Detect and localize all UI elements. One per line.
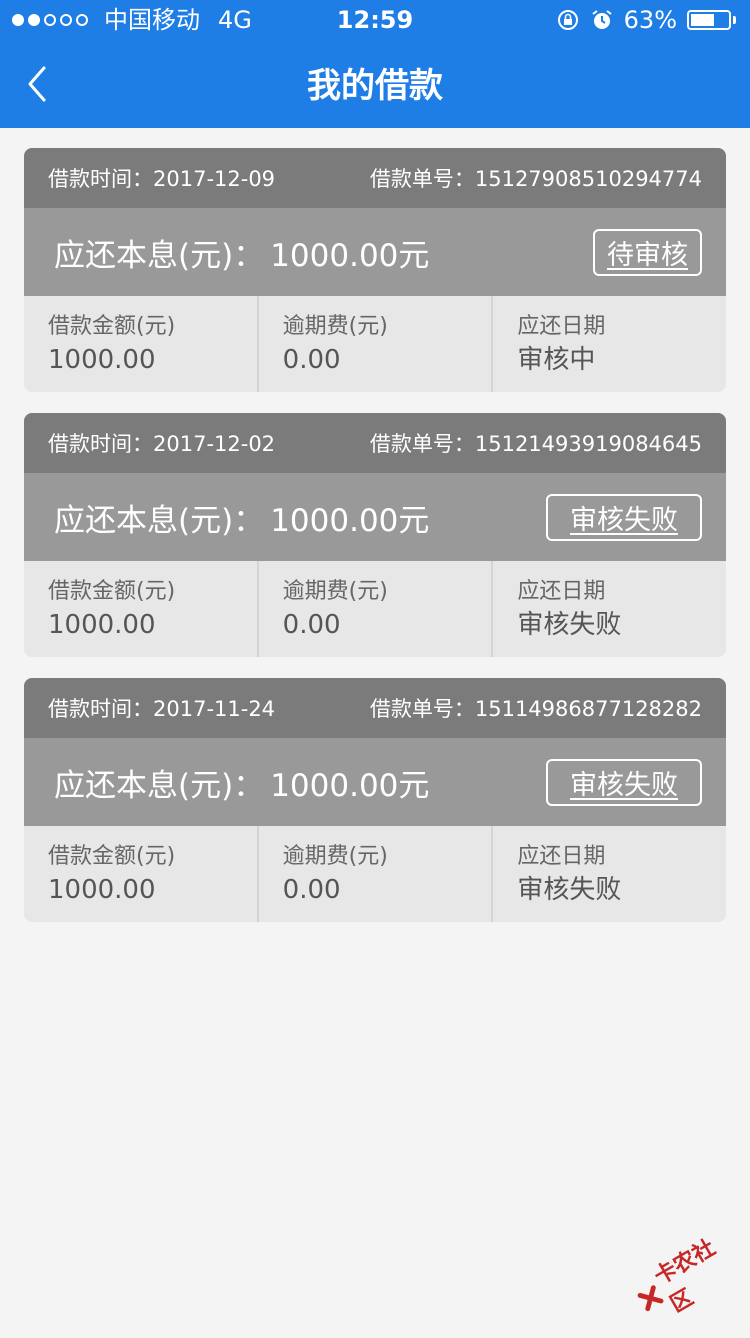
loan-time: 借款时间：2017-12-02 <box>48 428 275 458</box>
watermark-logo: 卡农社区 <box>621 1214 750 1338</box>
due-date-column: 应还日期 审核中 <box>493 296 726 392</box>
battery-tip <box>733 16 736 24</box>
due-date-value: 审核失败 <box>517 875 622 905</box>
loan-amount-column: 借款金额(元) 1000.00 <box>24 296 259 392</box>
order-number: 借款单号：15127908510294774 <box>370 163 702 193</box>
loan-amount-column: 借款金额(元) 1000.00 <box>24 826 259 922</box>
overdue-fee-column: 逾期费(元) 0.00 <box>259 826 494 922</box>
loan-amount-column: 借款金额(元) 1000.00 <box>24 561 259 657</box>
overdue-fee-value: 0.00 <box>282 875 341 905</box>
order-number-value: 15114986877128282 <box>474 697 702 721</box>
overdue-fee-label: 逾期费(元) <box>282 314 388 339</box>
due-date-column: 应还日期 审核失败 <box>493 561 726 657</box>
due-date-label: 应还日期 <box>517 579 606 604</box>
order-number-value: 15121493919084645 <box>474 432 702 456</box>
battery-body <box>687 10 731 30</box>
loan-card-details: 借款金额(元) 1000.00 逾期费(元) 0.00 应还日期 审核失败 <box>24 826 726 922</box>
battery-icon <box>687 10 736 30</box>
amount-due: 应还本息(元)： 1000.00元 <box>54 760 429 805</box>
amount-due: 应还本息(元)： 1000.00元 <box>54 495 429 540</box>
loan-card-header: 借款时间：2017-11-24 借款单号：15114986877128282 <box>24 678 726 738</box>
status-button[interactable]: 待审核 <box>593 228 702 276</box>
due-date-label: 应还日期 <box>517 844 606 869</box>
amount-due-label: 应还本息(元)： <box>54 237 265 274</box>
overdue-fee-label: 逾期费(元) <box>282 579 388 604</box>
order-number-value: 15127908510294774 <box>474 167 702 191</box>
loan-card[interactable]: 借款时间：2017-11-24 借款单号：15114986877128282 应… <box>24 678 726 922</box>
loan-card[interactable]: 借款时间：2017-12-09 借款单号：15127908510294774 应… <box>24 148 726 392</box>
order-number-label: 借款单号： <box>369 432 475 456</box>
amount-due-label: 应还本息(元)： <box>54 767 265 804</box>
loan-amount-label: 借款金额(元) <box>48 579 176 604</box>
overdue-fee-column: 逾期费(元) 0.00 <box>259 296 494 392</box>
overdue-fee-label: 逾期费(元) <box>282 844 388 869</box>
amount-due: 应还本息(元)： 1000.00元 <box>54 230 429 275</box>
page-title: 我的借款 <box>307 66 443 106</box>
loan-amount-value: 1000.00 <box>48 875 156 905</box>
battery-percent: 63% <box>623 6 677 34</box>
loan-list: 借款时间：2017-12-09 借款单号：15127908510294774 应… <box>24 148 726 943</box>
overdue-fee-column: 逾期费(元) 0.00 <box>259 561 494 657</box>
loan-card-main: 应还本息(元)： 1000.00元 待审核 <box>24 208 726 296</box>
loan-time: 借款时间：2017-11-24 <box>48 693 275 723</box>
loan-time-label: 借款时间： <box>48 432 153 456</box>
amount-due-value: 1000.00元 <box>270 767 430 804</box>
loan-time-label: 借款时间： <box>48 167 153 191</box>
loan-amount-label: 借款金额(元) <box>48 314 176 339</box>
loan-amount-value: 1000.00 <box>48 610 156 640</box>
status-button[interactable]: 审核失败 <box>546 758 702 806</box>
loan-amount-label: 借款金额(元) <box>48 844 176 869</box>
due-date-column: 应还日期 审核失败 <box>493 826 726 922</box>
loan-time-label: 借款时间： <box>48 697 153 721</box>
nav-bar: 我的借款 <box>0 40 750 128</box>
overdue-fee-value: 0.00 <box>282 345 341 375</box>
overdue-fee-value: 0.00 <box>282 610 341 640</box>
alarm-icon <box>592 10 612 29</box>
status-right: 63% <box>556 0 736 40</box>
loan-card-main: 应还本息(元)： 1000.00元 审核失败 <box>24 473 726 561</box>
due-date-value: 审核失败 <box>517 610 622 640</box>
loan-amount-value: 1000.00 <box>48 345 156 375</box>
amount-due-value: 1000.00元 <box>270 237 430 274</box>
status-button[interactable]: 审核失败 <box>546 493 702 541</box>
order-number: 借款单号：15121493919084645 <box>370 428 702 458</box>
battery-fill <box>691 14 714 26</box>
loan-card-details: 借款金额(元) 1000.00 逾期费(元) 0.00 应还日期 审核失败 <box>24 561 726 657</box>
rotation-lock-icon <box>557 10 578 30</box>
amount-due-value: 1000.00元 <box>270 502 430 539</box>
loan-card[interactable]: 借款时间：2017-12-02 借款单号：15121493919084645 应… <box>24 413 726 657</box>
due-date-value: 审核中 <box>517 345 596 375</box>
loan-time-value: 2017-12-02 <box>153 432 276 456</box>
order-number-label: 借款单号： <box>369 167 475 191</box>
top-bar: 中国移动 4G 12:59 63% 我的借款 <box>0 0 750 128</box>
loan-card-main: 应还本息(元)： 1000.00元 审核失败 <box>24 738 726 826</box>
loan-card-header: 借款时间：2017-12-09 借款单号：15127908510294774 <box>24 148 726 208</box>
loan-card-header: 借款时间：2017-12-02 借款单号：15121493919084645 <box>24 413 726 473</box>
loan-time-value: 2017-12-09 <box>153 167 276 191</box>
status-bar: 中国移动 4G 12:59 63% <box>0 0 750 40</box>
loan-card-details: 借款金额(元) 1000.00 逾期费(元) 0.00 应还日期 审核中 <box>24 296 726 392</box>
loan-time: 借款时间：2017-12-09 <box>48 163 275 193</box>
due-date-label: 应还日期 <box>517 314 606 339</box>
order-number: 借款单号：15114986877128282 <box>370 693 702 723</box>
order-number-label: 借款单号： <box>369 697 475 721</box>
loan-time-value: 2017-11-24 <box>153 697 276 721</box>
amount-due-label: 应还本息(元)： <box>54 502 265 539</box>
